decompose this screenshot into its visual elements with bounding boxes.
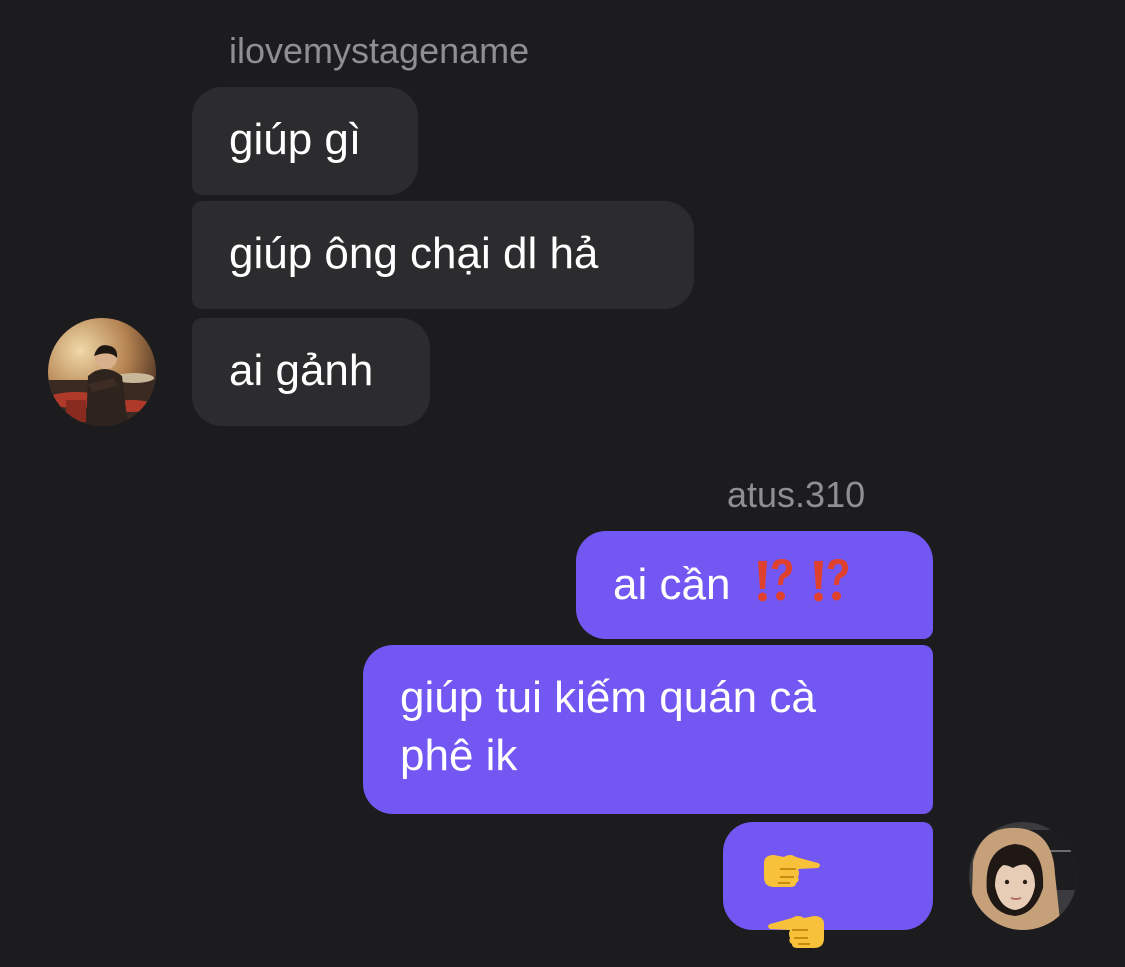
message-text: giúp ông chại dl hả	[229, 229, 599, 278]
message-text: giúp tui kiếm quán cà phê ik	[400, 673, 816, 780]
sender-avatar[interactable]	[48, 318, 156, 426]
incoming-message-bubble[interactable]: giúp ông chại dl hả	[192, 201, 694, 309]
message-text: ai gảnh	[229, 346, 374, 395]
exclamation-question-mark-icon	[809, 555, 851, 620]
backhand-index-pointing-left-icon	[766, 909, 828, 967]
outgoing-message-bubble[interactable]: ai cần	[576, 531, 933, 639]
outgoing-sender-name: atus.310	[727, 474, 866, 515]
exclamation-question-mark-icon	[753, 555, 795, 620]
message-text: ai cần	[613, 560, 731, 610]
incoming-sender-name: ilovemystagename	[229, 30, 530, 71]
outgoing-message-bubble[interactable]	[723, 822, 933, 948]
sender-avatar[interactable]	[969, 822, 1077, 930]
outgoing-message-bubble[interactable]: giúp tui kiếm quán cà phê ik	[363, 645, 933, 814]
incoming-message-bubble[interactable]: giúp gì	[192, 87, 418, 195]
message-text: giúp gì	[229, 115, 362, 164]
incoming-message-bubble[interactable]: ai gảnh	[192, 318, 430, 426]
backhand-index-pointing-right-icon	[760, 848, 822, 906]
